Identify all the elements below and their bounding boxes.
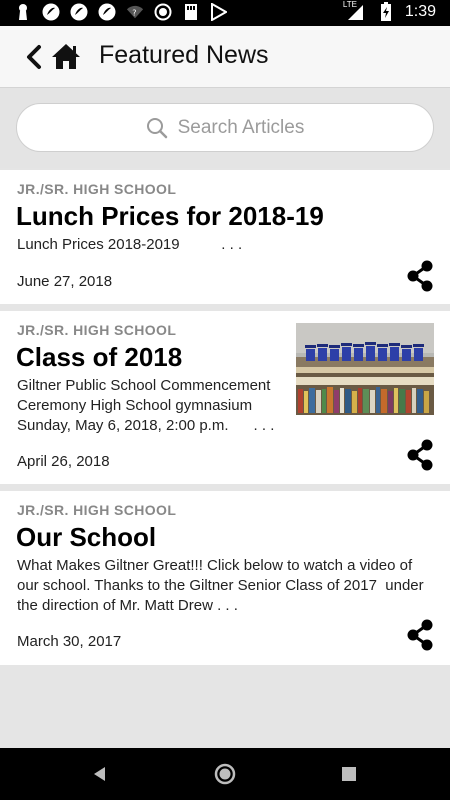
battery-charging-icon: [377, 2, 395, 21]
home-icon: [52, 44, 80, 69]
keyhole-icon: [14, 3, 32, 21]
play-store-icon: [210, 3, 228, 21]
network-type-label: LTE: [342, 0, 357, 9]
signal-icon: LTE: [342, 0, 367, 21]
article-card[interactable]: JR./SR. HIGH SCHOOL Our School What Make…: [0, 491, 450, 665]
back-triangle-icon: [94, 767, 105, 781]
share-icon: [407, 260, 433, 292]
recents-square-icon: [342, 767, 356, 781]
article-excerpt: Lunch Prices 2018-2019 . . .: [17, 236, 243, 253]
status-bar: ? LTE 1:39: [0, 0, 450, 26]
search-placeholder: Search Articles: [177, 116, 305, 138]
graduation-photo: [296, 323, 434, 415]
back-button[interactable]: [20, 42, 46, 72]
search-icon: [146, 117, 167, 138]
article-excerpt: What Makes Giltner Great!!! Click below …: [17, 557, 428, 614]
article-category: JR./SR. HIGH SCHOOL: [17, 502, 177, 518]
article-title[interactable]: Our School: [16, 522, 156, 553]
article-title[interactable]: Class of 2018: [16, 342, 182, 373]
system-nav-bar: [0, 748, 450, 800]
nav-home-button[interactable]: [213, 762, 237, 786]
app-header: Featured News: [0, 26, 450, 88]
nav-recents-button[interactable]: [337, 762, 361, 786]
share-button[interactable]: [406, 619, 434, 651]
page-title: Featured News: [99, 41, 269, 69]
app-icon: [98, 3, 116, 21]
app-icon: [70, 3, 88, 21]
circle-icon: [154, 3, 172, 21]
article-category: JR./SR. HIGH SCHOOL: [17, 322, 177, 338]
article-card[interactable]: JR./SR. HIGH SCHOOL Class of 2018 Giltne…: [0, 311, 450, 484]
share-icon: [407, 619, 433, 651]
search-area: Search Articles: [0, 88, 450, 168]
article-card[interactable]: JR./SR. HIGH SCHOOL Lunch Prices for 201…: [0, 170, 450, 304]
share-button[interactable]: [406, 439, 434, 471]
article-excerpt: Giltner Public School Commencement Cerem…: [17, 377, 275, 434]
share-button[interactable]: [406, 260, 434, 292]
status-time: 1:39: [404, 3, 436, 20]
search-input[interactable]: Search Articles: [16, 103, 434, 152]
nav-back-button[interactable]: [88, 762, 112, 786]
article-date: June 27, 2018: [17, 273, 113, 290]
home-circle-icon: [214, 763, 236, 785]
chevron-left-icon: [27, 45, 41, 69]
article-date: March 30, 2017: [17, 633, 122, 650]
home-button[interactable]: [50, 40, 82, 72]
article-category: JR./SR. HIGH SCHOOL: [17, 181, 177, 197]
svg-text:?: ?: [132, 8, 136, 18]
wifi-question-icon: ?: [126, 3, 144, 21]
article-title[interactable]: Lunch Prices for 2018-19: [16, 201, 324, 232]
article-date: April 26, 2018: [17, 453, 110, 470]
sd-card-icon: [182, 3, 200, 21]
share-icon: [407, 439, 433, 471]
app-icon: [42, 3, 60, 21]
article-thumbnail[interactable]: [296, 323, 434, 415]
